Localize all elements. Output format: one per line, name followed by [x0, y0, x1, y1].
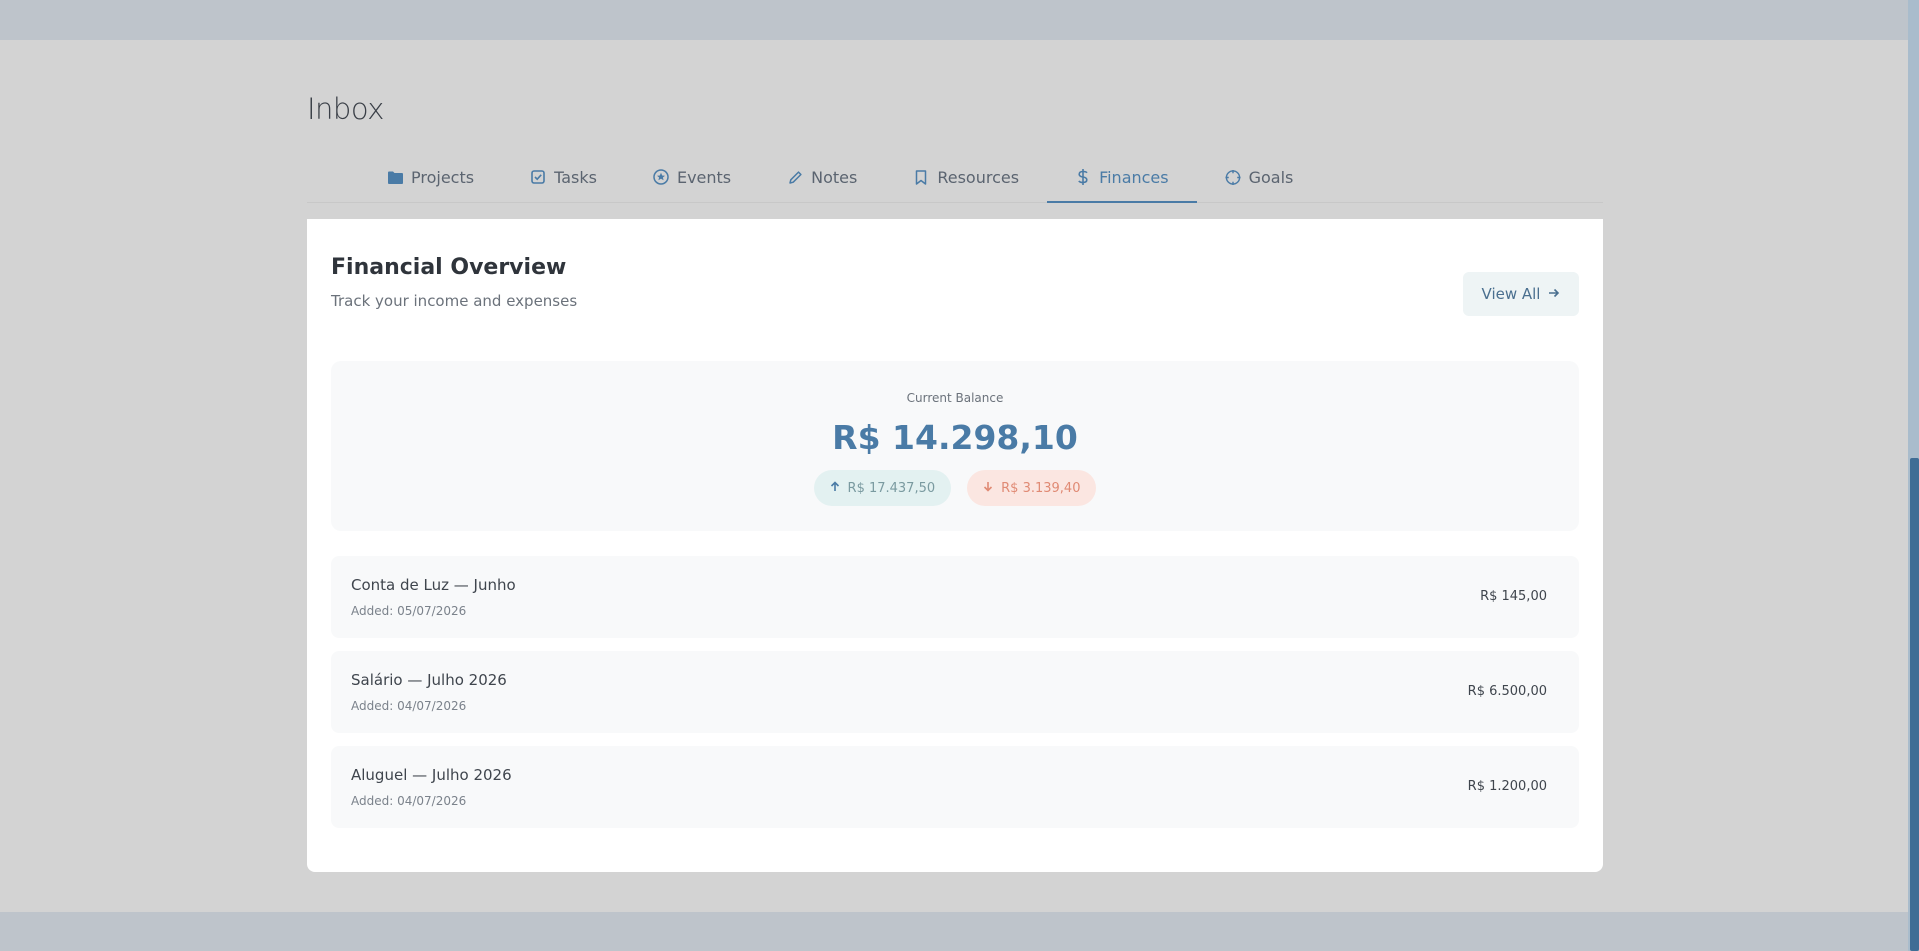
star-circle-icon — [653, 169, 669, 185]
bookmark-icon — [913, 169, 929, 185]
target-icon — [1225, 169, 1241, 185]
finances-card: Financial Overview Track your income and… — [307, 219, 1603, 872]
list-item[interactable]: Conta de Luz — Junho Added: 05/07/2026 R… — [331, 556, 1579, 638]
tab-label: Goals — [1248, 167, 1294, 187]
tab-label: Resources — [937, 167, 1020, 187]
transaction-date: Added: 05/07/2026 — [351, 604, 467, 618]
tab-goals[interactable]: Goals — [1197, 152, 1322, 202]
tab-label: Notes — [811, 167, 858, 187]
balance-pills: R$ 17.437,50 R$ 3.139,40 — [331, 470, 1579, 506]
bottom-bar — [0, 912, 1919, 951]
tab-notes[interactable]: Notes — [759, 152, 885, 202]
tab-finances[interactable]: Finances — [1047, 152, 1197, 203]
transaction-name: Aluguel — Julho 2026 — [351, 766, 512, 784]
transaction-amount: R$ 1.200,00 — [1467, 779, 1547, 794]
list-item[interactable]: Salário — Julho 2026 Added: 04/07/2026 R… — [331, 651, 1579, 733]
expense-badge: R$ 3.139,40 — [967, 470, 1097, 506]
view-all-button[interactable]: View All — [1463, 272, 1579, 316]
balance-label: Current Balance — [906, 391, 1004, 405]
transaction-amount: R$ 6.500,00 — [1467, 684, 1547, 699]
view-all-label: View All — [1481, 285, 1541, 303]
arrow-right-icon — [1548, 285, 1560, 303]
income-badge: R$ 17.437,50 — [813, 470, 952, 506]
folder-icon — [387, 169, 403, 185]
dollar-icon — [1075, 169, 1091, 185]
tab-label: Tasks — [554, 167, 597, 187]
balance-summary: Current Balance R$ 14.298,10 R$ 17.437,5… — [331, 361, 1579, 531]
transaction-date: Added: 04/07/2026 — [351, 699, 467, 713]
tab-resources[interactable]: Resources — [885, 152, 1047, 202]
list-item[interactable]: Aluguel — Julho 2026 Added: 04/07/2026 R… — [331, 746, 1579, 828]
scrollbar-thumb[interactable] — [1910, 458, 1919, 951]
pencil-icon — [787, 169, 803, 185]
transaction-list: Conta de Luz — Junho Added: 05/07/2026 R… — [331, 556, 1579, 841]
section-tabs: Projects Tasks Events Notes Resources Fi… — [307, 152, 1603, 203]
page-title: Inbox — [307, 92, 384, 126]
transaction-name: Conta de Luz — Junho — [351, 576, 516, 594]
balance-value: R$ 14.298,10 — [832, 418, 1078, 457]
transaction-amount: R$ 145,00 — [1480, 589, 1547, 604]
checkbox-icon — [530, 169, 546, 185]
tab-label: Projects — [411, 167, 475, 187]
tab-projects[interactable]: Projects — [359, 152, 502, 202]
top-bar — [0, 0, 1919, 40]
card-title: Financial Overview — [331, 255, 567, 280]
arrow-down-icon — [983, 481, 993, 496]
card-subtitle: Track your income and expenses — [331, 292, 578, 310]
tab-tasks[interactable]: Tasks — [502, 152, 625, 202]
transaction-name: Salário — Julho 2026 — [351, 671, 507, 689]
tab-label: Events — [676, 167, 732, 187]
tab-events[interactable]: Events — [625, 152, 759, 202]
arrow-up-icon — [830, 480, 840, 496]
tab-label: Finances — [1099, 167, 1169, 187]
transaction-date: Added: 04/07/2026 — [351, 794, 467, 808]
income-amount: R$ 17.437,50 — [847, 480, 936, 496]
expense-amount: R$ 3.139,40 — [1001, 480, 1081, 496]
